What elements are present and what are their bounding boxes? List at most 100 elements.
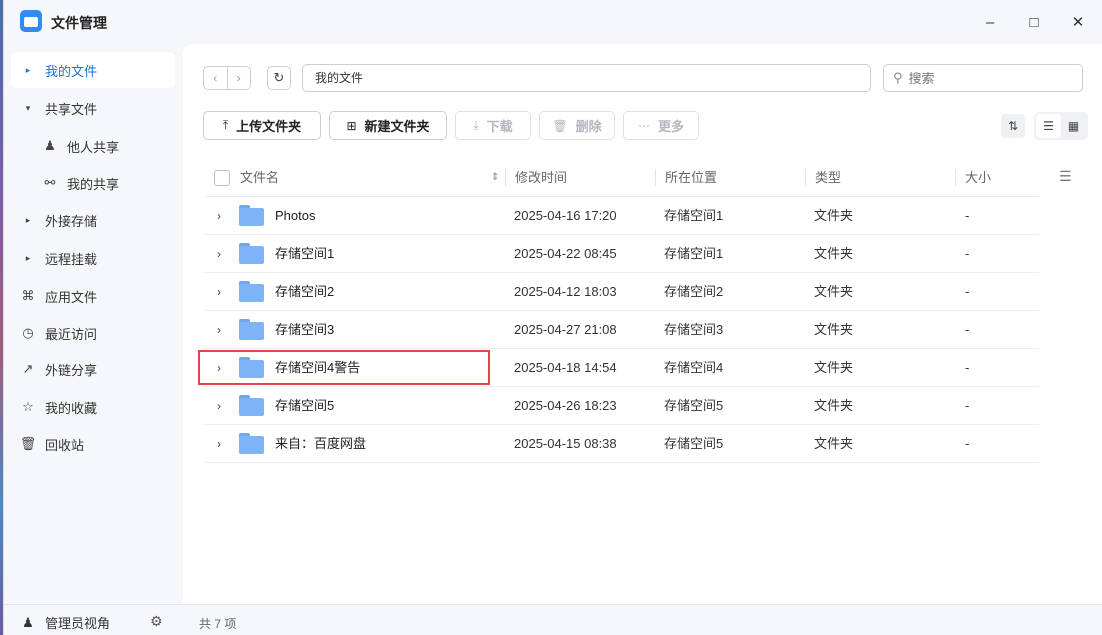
file-name[interactable]: 存储空间5 bbox=[275, 387, 334, 425]
history-nav: ‹ › bbox=[203, 66, 251, 90]
expand-icon[interactable]: › bbox=[217, 425, 221, 463]
view-toggle: ☰ ▦ bbox=[1034, 112, 1088, 140]
sidebar: ▸ 我的文件 ▾ 共享文件 ♟ 他人共享 ⚯ 我的共享 ▸ 外接存储 ▸ 远程挂… bbox=[4, 44, 182, 604]
expand-icon[interactable]: › bbox=[217, 273, 221, 311]
location: 存储空间1 bbox=[664, 208, 724, 223]
file-name[interactable]: 存储空间2 bbox=[275, 273, 334, 311]
expand-icon[interactable]: › bbox=[217, 387, 221, 425]
sidebar-item-shared-files[interactable]: ▾ 共享文件 bbox=[11, 90, 175, 126]
column-header-type[interactable]: 类型 bbox=[815, 159, 841, 197]
admin-view-label: 管理员视角 bbox=[45, 616, 111, 631]
file-manager-window: 文件管理 – □ ✕ ▸ 我的文件 ▾ 共享文件 ♟ 他人共享 ⚯ 我的共享 ▸… bbox=[3, 0, 1102, 635]
modified-time: 2025-04-16 17:20 bbox=[514, 208, 617, 223]
folder-icon bbox=[239, 395, 264, 416]
sidebar-item-shared-with-me[interactable]: ♟ 他人共享 bbox=[11, 128, 175, 164]
sidebar-item-recent[interactable]: ◷ 最近访问 bbox=[11, 315, 175, 351]
caret-right-icon: ▸ bbox=[25, 214, 31, 225]
select-all-checkbox[interactable] bbox=[214, 170, 230, 186]
more-icon: ⋯ bbox=[637, 118, 650, 133]
file-type: 文件夹 bbox=[814, 284, 854, 299]
search-box[interactable]: ⚲ bbox=[883, 64, 1083, 92]
title-bar: 文件管理 – □ ✕ bbox=[4, 0, 1102, 44]
sidebar-item-app-files[interactable]: ⌘ 应用文件 bbox=[11, 278, 175, 314]
list-view-icon[interactable]: ☰ bbox=[1036, 114, 1061, 138]
file-size: - bbox=[965, 246, 970, 261]
folder-icon bbox=[239, 319, 264, 340]
sidebar-item-label: 应用文件 bbox=[45, 289, 98, 305]
file-manager-app-icon bbox=[20, 10, 42, 32]
apps-icon: ⌘ bbox=[21, 288, 35, 303]
column-settings-icon[interactable]: ☰ bbox=[1059, 168, 1072, 185]
file-name[interactable]: 存储空间1 bbox=[275, 235, 334, 273]
upload-folder-label: 上传文件夹 bbox=[236, 119, 302, 134]
folder-icon bbox=[239, 281, 264, 302]
file-type: 文件夹 bbox=[814, 322, 854, 337]
sidebar-item-label: 他人共享 bbox=[67, 139, 120, 155]
admin-view-button[interactable]: ♟ 管理员视角 bbox=[19, 613, 110, 632]
more-button[interactable]: ⋯ 更多 bbox=[623, 111, 699, 140]
user-icon: ♟ bbox=[44, 138, 56, 153]
column-divider bbox=[505, 169, 506, 187]
delete-label: 删除 bbox=[575, 119, 602, 134]
refresh-icon[interactable]: ↻ bbox=[267, 66, 291, 90]
sidebar-item-label: 远程挂载 bbox=[45, 251, 98, 267]
sidebar-item-favorites[interactable]: ☆ 我的收藏 bbox=[11, 389, 175, 425]
download-icon: ⤓ bbox=[473, 118, 479, 132]
column-header-modified[interactable]: 修改时间 bbox=[515, 159, 567, 197]
sidebar-item-remote-mount[interactable]: ▸ 远程挂载 bbox=[11, 240, 175, 276]
file-type: 文件夹 bbox=[814, 246, 854, 261]
location: 存储空间3 bbox=[664, 322, 724, 337]
upload-icon: ⤒ bbox=[222, 118, 229, 132]
table-row[interactable]: › 存储空间5 2025-04-26 18:23 存储空间5 文件夹 - bbox=[205, 387, 1039, 425]
table-row[interactable]: › 来自：百度网盘 2025-04-15 08:38 存储空间5 文件夹 - bbox=[205, 425, 1039, 463]
expand-icon[interactable]: › bbox=[217, 311, 221, 349]
search-icon: ⚲ bbox=[893, 70, 903, 85]
table-row[interactable]: › Photos 2025-04-16 17:20 存储空间1 文件夹 - bbox=[205, 197, 1039, 235]
sidebar-item-my-shares[interactable]: ⚯ 我的共享 bbox=[11, 165, 175, 201]
table-row[interactable]: › 存储空间2 2025-04-12 18:03 存储空间2 文件夹 - bbox=[205, 273, 1039, 311]
sidebar-item-my-files[interactable]: ▸ 我的文件 bbox=[11, 52, 175, 88]
table-row[interactable]: › 存储空间3 2025-04-27 21:08 存储空间3 文件夹 - bbox=[205, 311, 1039, 349]
expand-icon[interactable]: › bbox=[217, 235, 221, 273]
expand-icon[interactable]: › bbox=[217, 197, 221, 235]
sidebar-item-label: 共享文件 bbox=[45, 101, 98, 117]
sidebar-item-link-share[interactable]: ↗ 外链分享 bbox=[11, 351, 175, 387]
folder-icon bbox=[239, 433, 264, 454]
file-size: - bbox=[965, 284, 970, 299]
external-link-icon: ↗ bbox=[22, 361, 34, 376]
location: 存储空间5 bbox=[664, 436, 724, 451]
new-folder-icon: ⊞ bbox=[346, 118, 357, 133]
sidebar-item-recycle-bin[interactable]: 🗑 回收站 bbox=[11, 426, 175, 462]
new-folder-button[interactable]: ⊞ 新建文件夹 bbox=[329, 111, 447, 140]
column-header-name[interactable]: 文件名 bbox=[240, 159, 279, 197]
sort-arrows-icon[interactable]: ⇕ bbox=[491, 159, 499, 197]
minimize-icon[interactable]: – bbox=[980, 12, 1000, 32]
file-name[interactable]: 来自：百度网盘 bbox=[275, 425, 366, 463]
gear-icon[interactable]: ⚙ bbox=[150, 613, 163, 630]
sidebar-item-label: 我的共享 bbox=[67, 176, 120, 192]
sidebar-item-label: 外链分享 bbox=[45, 362, 98, 378]
upload-folder-button[interactable]: ⤒ 上传文件夹 bbox=[203, 111, 321, 140]
file-type: 文件夹 bbox=[814, 436, 854, 451]
forward-icon[interactable]: › bbox=[228, 67, 251, 89]
download-button[interactable]: ⤓ 下载 bbox=[455, 111, 531, 140]
sidebar-item-external-storage[interactable]: ▸ 外接存储 bbox=[11, 202, 175, 238]
file-type: 文件夹 bbox=[814, 398, 854, 413]
trash-icon: 🗑 bbox=[552, 118, 568, 133]
file-size: - bbox=[965, 322, 970, 337]
path-bar[interactable]: 我的文件 bbox=[302, 64, 871, 92]
file-name[interactable]: Photos bbox=[275, 197, 315, 235]
file-name[interactable]: 存储空间3 bbox=[275, 311, 334, 349]
column-divider bbox=[655, 169, 656, 187]
search-input[interactable] bbox=[908, 70, 1069, 86]
column-header-size[interactable]: 大小 bbox=[965, 159, 991, 197]
sort-icon[interactable]: ⇅ bbox=[1001, 114, 1025, 138]
grid-view-icon[interactable]: ▦ bbox=[1061, 114, 1086, 138]
table-row[interactable]: › 存储空间1 2025-04-22 08:45 存储空间1 文件夹 - bbox=[205, 235, 1039, 273]
back-icon[interactable]: ‹ bbox=[204, 67, 228, 89]
delete-button[interactable]: 🗑 删除 bbox=[539, 111, 615, 140]
column-header-location[interactable]: 所在位置 bbox=[665, 159, 717, 197]
close-icon[interactable]: ✕ bbox=[1068, 12, 1088, 32]
sidebar-item-label: 我的文件 bbox=[45, 63, 98, 79]
maximize-icon[interactable]: □ bbox=[1024, 12, 1044, 32]
